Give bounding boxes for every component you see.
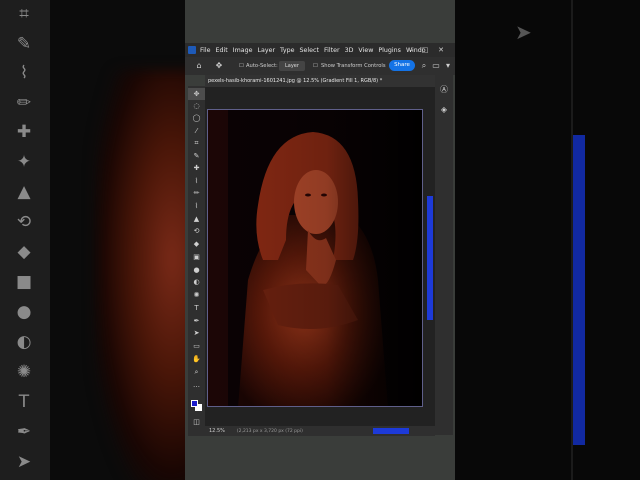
blur-icon: ● (16, 302, 32, 322)
gradient-icon: ■ (15, 272, 33, 292)
menu-view[interactable]: View (358, 47, 373, 54)
status-blue-bar (373, 428, 409, 434)
sponge-icon: ✺ (16, 362, 32, 382)
foreground-color-swatch[interactable] (191, 400, 198, 407)
options-bar: ⌂ ✥ ☐ Auto-Select: Layer ☐ Show Transfor… (185, 57, 455, 75)
zoom-level[interactable]: 12.5% (209, 428, 225, 434)
minimize-button[interactable]: – (405, 43, 417, 57)
maximize-button[interactable]: □ (419, 43, 431, 57)
crop-icon[interactable]: ⌗ (188, 137, 205, 149)
properties-icon[interactable]: Ⓐ (435, 83, 453, 97)
brush-icon: ⌇ (19, 63, 29, 83)
stamp-icon[interactable]: ▲ (188, 213, 205, 225)
menu-layer[interactable]: Layer (257, 47, 275, 54)
lasso-icon[interactable]: ◯ (188, 112, 205, 124)
path-select-icon: ➤ (16, 452, 32, 472)
screen: ⌗ ✎ ⌇ ✏ ✚ ✦ ▲ ⟲ ◆ ■ ● ◐ ✺ T ✒ ➤ ➤ File E… (0, 0, 640, 480)
menu-edit[interactable]: Edit (216, 47, 228, 54)
stamp-icon: ▲ (17, 182, 31, 202)
share-button[interactable]: Share (389, 60, 415, 71)
type-icon[interactable]: T (188, 302, 205, 314)
workspace-icon[interactable]: ▭ (431, 59, 441, 73)
quick-mask-icon[interactable]: ◫ (188, 416, 205, 428)
background-right-blur: ➤ (455, 0, 640, 480)
pen-icon[interactable]: ✒ (188, 315, 205, 327)
photoshop-logo-icon (188, 46, 196, 54)
menu-type[interactable]: Type (280, 47, 294, 54)
portrait-image (208, 110, 422, 406)
move-icon[interactable]: ✥ (188, 88, 205, 100)
gradient-blue-bar (427, 196, 433, 320)
layers-icon[interactable]: ◈ (435, 103, 453, 117)
eraser-icon: ◆ (17, 242, 31, 262)
hand-icon[interactable]: ✋ (188, 353, 205, 365)
more-tools-icon[interactable]: … (188, 379, 205, 391)
gradient-icon[interactable]: ▣ (188, 251, 205, 263)
eyedropper-icon[interactable]: ✎ (188, 150, 205, 162)
sponge-icon[interactable]: ✺ (188, 289, 205, 301)
brush-icon: ✦ (16, 152, 32, 172)
menu-bar: File Edit Image Layer Type Select Filter… (185, 43, 455, 57)
auto-select-label: Auto-Select: (246, 63, 278, 69)
pen-icon: ✒ (16, 422, 32, 442)
healing-icon: ✚ (16, 122, 32, 142)
healing-icon[interactable]: ✚ (188, 162, 205, 174)
pencil-icon[interactable]: ✏ (188, 187, 205, 199)
search-icon[interactable]: ⌕ (419, 59, 429, 73)
layer-dropdown[interactable]: Layer (279, 61, 305, 71)
crop-icon: ⌗ (19, 4, 29, 24)
document-tab-bar: pexels-hasib-khorami-1601241.jpg @ 12.5%… (205, 75, 435, 87)
eraser-icon[interactable]: ◆ (188, 238, 205, 250)
background-left-blur: ⌗ ✎ ⌇ ✏ ✚ ✦ ▲ ⟲ ◆ ■ ● ◐ ✺ T ✒ ➤ (0, 0, 185, 480)
marquee-icon[interactable]: ◌ (188, 100, 205, 112)
document-canvas-photo[interactable] (207, 109, 423, 407)
history-brush-icon[interactable]: ⟲ (188, 225, 205, 237)
menu-select[interactable]: Select (300, 47, 319, 54)
brush-icon[interactable]: ⌇ (188, 175, 205, 187)
mixer-brush-icon[interactable]: ⌇ (188, 200, 205, 212)
cursor-icon: ➤ (515, 20, 532, 44)
status-bar: 12.5% (2,213 px x 3,720 px (72 ppi) (205, 426, 435, 436)
menu-image[interactable]: Image (233, 47, 253, 54)
dodge-icon: ◐ (16, 332, 32, 352)
options-icon[interactable]: ▾ (443, 59, 453, 73)
blur-icon[interactable]: ● (188, 264, 205, 276)
document-tab[interactable]: pexels-hasib-khorami-1601241.jpg @ 12.5%… (205, 78, 382, 84)
photoshop-window: File Edit Image Layer Type Select Filter… (185, 0, 455, 480)
menu-plugins[interactable]: Plugins (378, 47, 401, 54)
auto-select-checkbox[interactable]: ☐ (239, 63, 244, 69)
dodge-icon[interactable]: ◐ (188, 276, 205, 288)
eyedropper-icon: ✎ (16, 34, 32, 54)
move-tool-icon[interactable]: ✥ (214, 59, 224, 73)
show-transform-checkbox[interactable]: ☐ (313, 63, 318, 69)
background-figure-glow (95, 70, 185, 480)
menu-file[interactable]: File (200, 47, 211, 54)
close-button[interactable]: ✕ (435, 43, 447, 57)
right-panel-dock: Ⓐ ◈ (435, 75, 453, 435)
home-icon[interactable]: ⌂ (194, 59, 204, 73)
tools-panel: ✥ ◌ ◯ ⁄ ⌗ ✎ ✚ ⌇ ✏ ⌇ ▲ ⟲ ◆ ▣ ● ◐ ✺ T ✒ ➤ … (188, 86, 205, 436)
history-brush-icon: ⟲ (16, 212, 32, 232)
pencil-icon: ✏ (16, 93, 32, 113)
show-transform-label: Show Transform Controls (321, 63, 386, 69)
rectangle-icon[interactable]: ▭ (188, 340, 205, 352)
path-select-icon[interactable]: ➤ (188, 327, 205, 339)
quick-select-icon[interactable]: ⁄ (188, 125, 205, 137)
zoom-icon[interactable]: ⌕ (188, 366, 205, 378)
type-icon: T (18, 392, 30, 412)
background-blue-bar (573, 135, 585, 445)
menu-3d[interactable]: 3D (345, 47, 354, 54)
document-dimensions: (2,213 px x 3,720 px (72 ppi) (236, 428, 303, 434)
menu-filter[interactable]: Filter (324, 47, 340, 54)
